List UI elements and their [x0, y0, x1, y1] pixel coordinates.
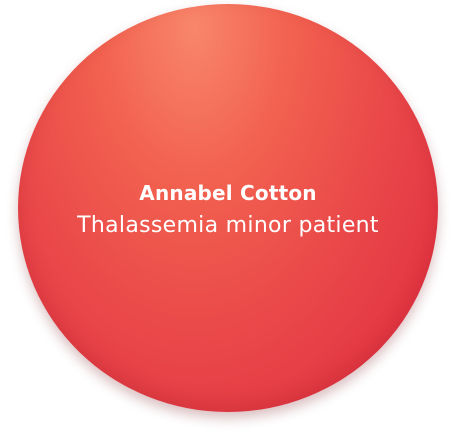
patient-description: Thalassemia minor patient [77, 213, 379, 238]
patient-name: Annabel Cotton [139, 181, 317, 205]
canvas: Annabel Cotton Thalassemia minor patient [0, 0, 455, 435]
patient-bubble[interactable]: Annabel Cotton Thalassemia minor patient [18, 4, 438, 412]
